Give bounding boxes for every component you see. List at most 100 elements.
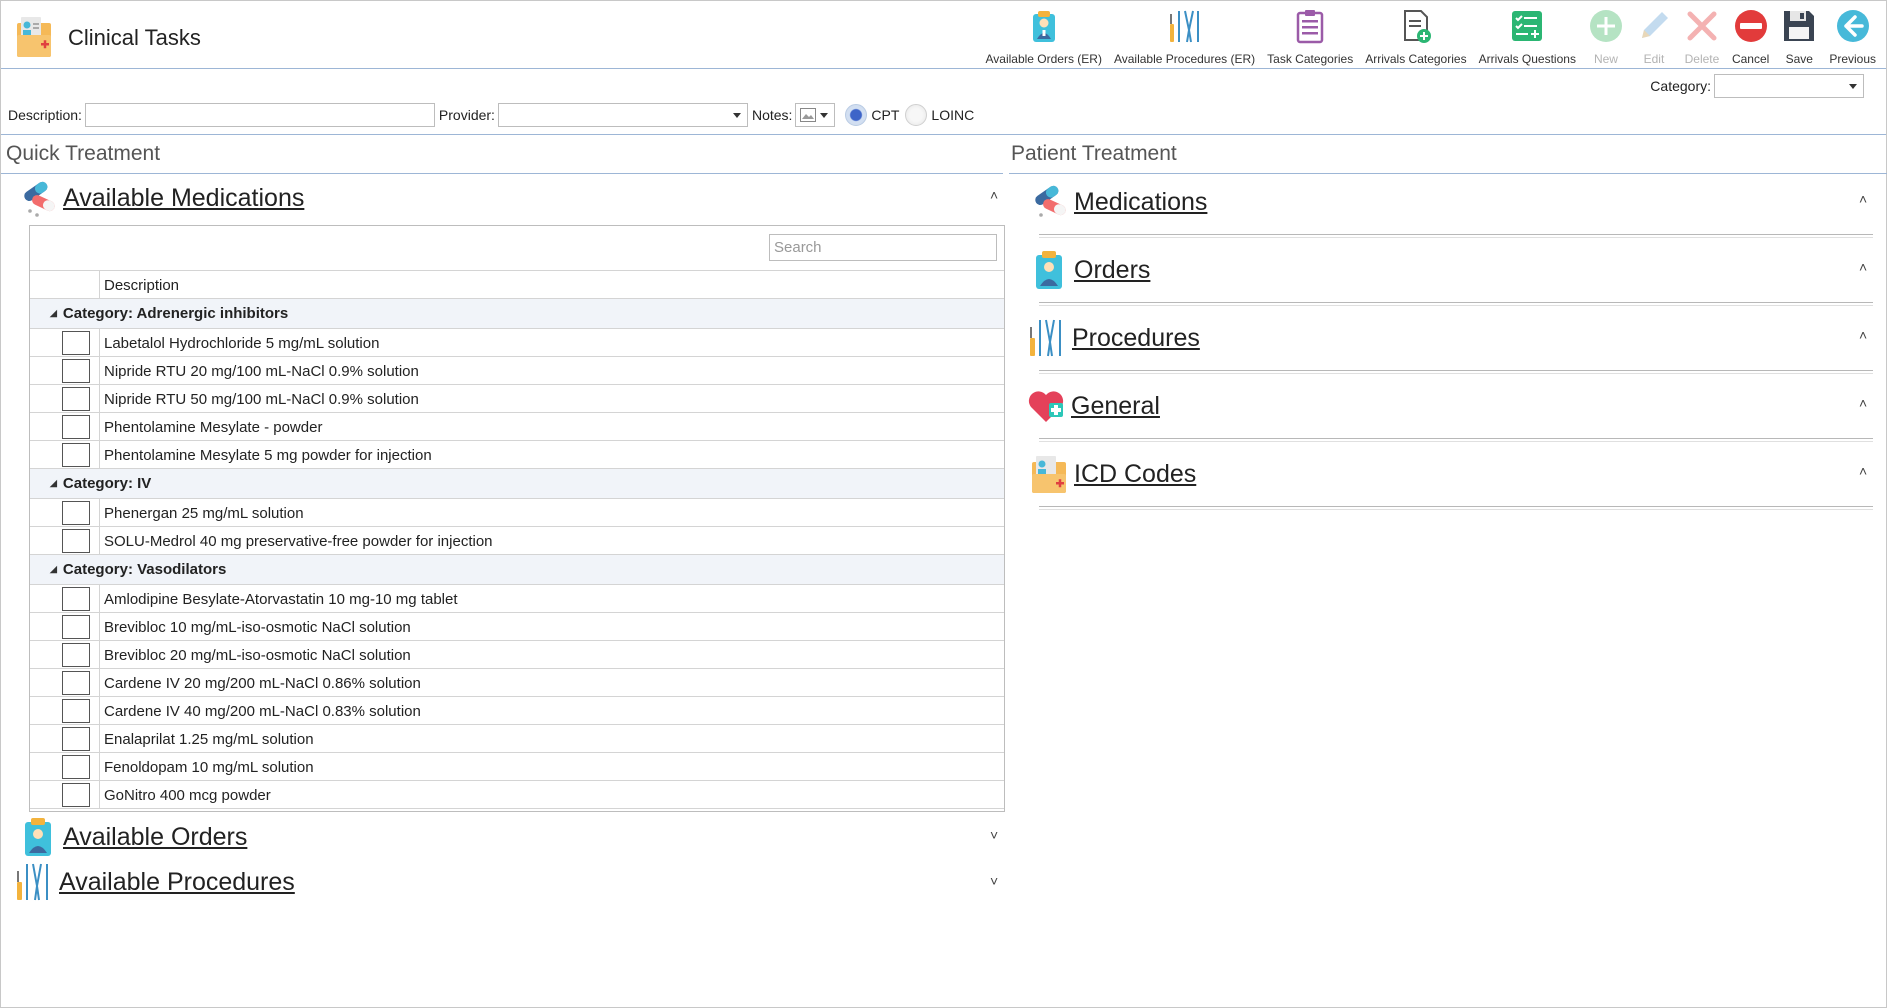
available-orders-header[interactable]: Available Orders [19, 817, 247, 857]
medication-description: Nipride RTU 50 mg/100 mL-NaCl 0.9% solut… [104, 391, 419, 408]
medications-label: Medications [1074, 187, 1208, 216]
row-checkbox[interactable] [62, 587, 90, 611]
table-row[interactable]: SOLU-Medrol 40 mg preservative-free powd… [30, 527, 1004, 555]
checkbox-cell [30, 585, 100, 612]
toolbar-label: Previous [1829, 52, 1876, 66]
previous-button[interactable]: Previous [1823, 4, 1882, 66]
table-row[interactable]: Labetalol Hydrochloride 5 mg/mL solution [30, 329, 1004, 357]
row-checkbox[interactable] [62, 643, 90, 667]
search-input[interactable]: Search [769, 234, 997, 261]
floppy-disk-icon [1784, 11, 1815, 41]
cpt-label[interactable]: CPT [871, 107, 899, 123]
orders-group-header[interactable]: Orders [1030, 250, 1150, 290]
general-label: General [1071, 391, 1160, 420]
category-label: Category: [1650, 78, 1711, 94]
provider-select[interactable] [497, 103, 748, 127]
row-checkbox[interactable] [62, 783, 90, 807]
checkbox-cell [30, 441, 100, 468]
available-procedures-er-button[interactable]: Available Procedures (ER) [1108, 4, 1261, 66]
table-row[interactable]: Amlodipine Besylate-Atorvastatin 10 mg-1… [30, 585, 1004, 613]
description-input[interactable] [84, 103, 435, 127]
checkbox-column-header [30, 271, 100, 298]
description-column-header[interactable]: Description [104, 277, 179, 294]
collapse-chevron-icon[interactable]: ˄ [1859, 191, 1867, 207]
edit-button[interactable]: Edit [1630, 4, 1678, 66]
icd-codes-group-header[interactable]: ICD Codes [1030, 454, 1196, 494]
notes-dropdown[interactable] [795, 103, 836, 127]
new-button[interactable]: New [1582, 4, 1630, 66]
app-window: Clinical Tasks Available Orders (ER) Ava… [0, 0, 1887, 1008]
cancel-button[interactable]: Cancel [1726, 4, 1775, 66]
loinc-label[interactable]: LOINC [931, 107, 974, 123]
table-row[interactable]: Enalaprilat 1.25 mg/mL solution [30, 725, 1004, 753]
arrivals-categories-button[interactable]: Arrivals Categories [1359, 4, 1472, 66]
collapse-chevron-icon[interactable]: ˄ [1859, 327, 1867, 343]
filter-bar: Description: Provider: Notes: CPT LOINC [8, 103, 974, 127]
table-row[interactable]: Nipride RTU 50 mg/100 mL-NaCl 0.9% solut… [30, 385, 1004, 413]
collapse-triangle-icon[interactable]: ◢ [50, 564, 57, 575]
row-checkbox[interactable] [62, 755, 90, 779]
row-checkbox[interactable] [62, 387, 90, 411]
collapse-triangle-icon[interactable]: ◢ [50, 308, 57, 319]
collapse-chevron-icon[interactable]: ˄ [1859, 259, 1867, 275]
category-group-row[interactable]: ◢ Category: Vasodilators [30, 555, 1004, 585]
row-checkbox[interactable] [62, 359, 90, 383]
table-row[interactable]: Cardene IV 40 mg/200 mL-NaCl 0.83% solut… [30, 697, 1004, 725]
table-row[interactable]: Fenoldopam 10 mg/mL solution [30, 753, 1004, 781]
clipboard-doctor-icon [25, 818, 51, 856]
save-button[interactable]: Save [1775, 4, 1823, 66]
toolbar-label: Arrivals Questions [1478, 52, 1576, 66]
row-checkbox[interactable] [62, 615, 90, 639]
toolbar-label: Save [1785, 52, 1813, 66]
available-medications-header[interactable]: Available Medications [19, 178, 304, 218]
delete-button[interactable]: Delete [1678, 4, 1726, 66]
available-procedures-header[interactable]: Available Procedures [15, 862, 295, 902]
arrivals-questions-button[interactable]: Arrivals Questions [1473, 4, 1582, 66]
available-orders-er-button[interactable]: Available Orders (ER) [979, 4, 1107, 66]
row-checkbox[interactable] [62, 331, 90, 355]
grid-rows: ◢ Category: Adrenergic inhibitors Labetalo… [30, 299, 1004, 809]
row-checkbox[interactable] [62, 443, 90, 467]
category-group-row[interactable]: ◢ Category: Adrenergic inhibitors [30, 299, 1004, 329]
toolbar: Available Orders (ER) Available Procedur… [979, 4, 1882, 66]
loinc-radio[interactable] [905, 104, 928, 126]
category-label: Category: IV [62, 475, 152, 492]
table-row[interactable]: Phenergan 25 mg/mL solution [30, 499, 1004, 527]
table-row[interactable]: Nipride RTU 20 mg/100 mL-NaCl 0.9% solut… [30, 357, 1004, 385]
collapse-chevron-icon[interactable]: ˄ [1859, 395, 1867, 411]
medication-description: Enalaprilat 1.25 mg/mL solution [104, 731, 314, 748]
procedures-group-header[interactable]: Procedures [1028, 318, 1200, 358]
row-checkbox[interactable] [62, 415, 90, 439]
category-label: Category: Vasodilators [62, 561, 227, 578]
category-group-row[interactable]: ◢ Category: IV [30, 469, 1004, 499]
row-checkbox[interactable] [62, 671, 90, 695]
collapse-triangle-icon[interactable]: ◢ [50, 478, 57, 489]
arrow-left-icon [1836, 10, 1869, 42]
table-row[interactable]: Phentolamine Mesylate - powder [30, 413, 1004, 441]
row-checkbox[interactable] [62, 501, 90, 525]
expand-chevron-icon[interactable]: ˅ [990, 873, 998, 889]
table-row[interactable]: Brevibloc 20 mg/mL-iso-osmotic NaCl solu… [30, 641, 1004, 669]
group-divider [1039, 438, 1873, 442]
medications-group-header[interactable]: Medications [1030, 182, 1207, 222]
table-row[interactable]: Brevibloc 10 mg/mL-iso-osmotic NaCl solu… [30, 613, 1004, 641]
category-select[interactable] [1714, 74, 1864, 98]
row-checkbox[interactable] [62, 699, 90, 723]
table-row[interactable]: Phentolamine Mesylate 5 mg powder for in… [30, 441, 1004, 469]
general-group-header[interactable]: General [1027, 386, 1160, 426]
surgical-tools-icon [17, 863, 48, 901]
patient-treatment-title: Patient Treatment [1011, 142, 1177, 165]
collapse-chevron-icon[interactable]: ˄ [990, 187, 998, 203]
cpt-radio[interactable] [845, 104, 868, 126]
medication-description: Brevibloc 20 mg/mL-iso-osmotic NaCl solu… [104, 647, 411, 664]
expand-chevron-icon[interactable]: ˅ [990, 827, 998, 843]
x-icon [1687, 11, 1717, 41]
collapse-chevron-icon[interactable]: ˄ [1859, 463, 1867, 479]
table-row[interactable]: Cardene IV 20 mg/200 mL-NaCl 0.86% solut… [30, 669, 1004, 697]
toolbar-label: Cancel [1731, 52, 1770, 66]
task-categories-button[interactable]: Task Categories [1261, 4, 1359, 66]
row-checkbox[interactable] [62, 727, 90, 751]
row-checkbox[interactable] [62, 529, 90, 553]
table-row[interactable]: GoNitro 400 mcg powder [30, 781, 1004, 809]
pills-icon [24, 181, 55, 217]
